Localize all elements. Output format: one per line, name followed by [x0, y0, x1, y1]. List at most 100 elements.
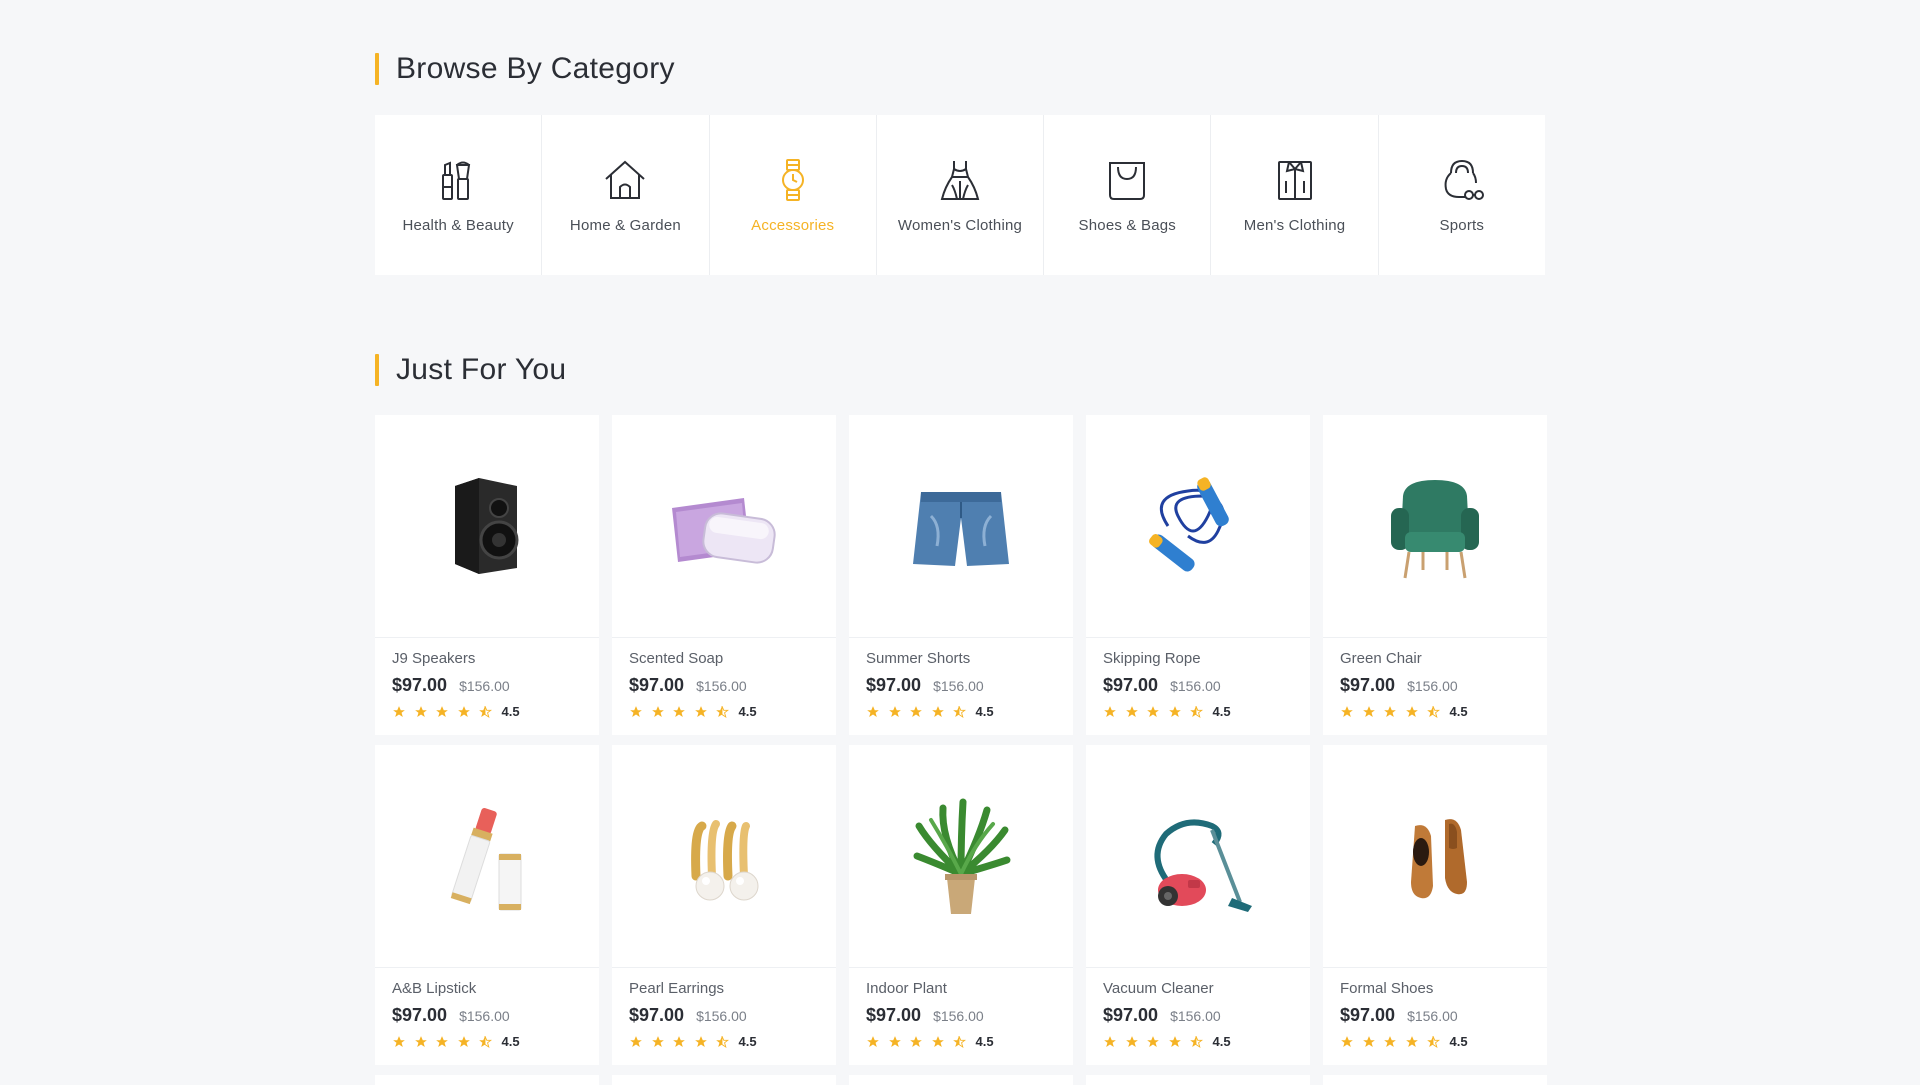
product-price: $97.00 — [1340, 1005, 1396, 1025]
product-image[interactable] — [612, 745, 836, 968]
category-home-garden[interactable]: Home & Garden — [542, 115, 710, 275]
star-icon — [630, 705, 642, 717]
dress-icon — [940, 161, 980, 200]
product-name[interactable]: Skipping Rope — [1103, 650, 1293, 670]
star-icon — [1147, 705, 1159, 717]
product-image[interactable] — [1086, 415, 1310, 638]
product-image[interactable] — [1323, 745, 1547, 968]
shopping-bag-icon — [1109, 162, 1146, 200]
product-rating: 4.5 — [1340, 704, 1530, 719]
category-accessories[interactable]: Accessories — [710, 115, 877, 275]
product-card[interactable]: Summer Shorts $97.00 $156.00 4.5 — [849, 415, 1073, 735]
product-name[interactable]: Formal Shoes — [1340, 980, 1530, 1000]
product-price: $97.00 — [866, 1005, 922, 1025]
product-image[interactable] — [1086, 745, 1310, 968]
product-name[interactable]: J9 Speakers — [392, 650, 582, 670]
category-health-beauty[interactable]: Health & Beauty — [375, 115, 543, 275]
product-price: $97.00 — [1103, 1005, 1159, 1025]
product-card-partial — [849, 1075, 1073, 1085]
just-for-you-heading: Just For You — [375, 352, 566, 388]
rating-value: 4.5 — [975, 704, 994, 719]
star-icon — [910, 705, 922, 717]
product-card-partial — [1323, 1075, 1547, 1085]
product-name[interactable]: Green Chair — [1340, 650, 1530, 670]
product-image[interactable] — [612, 415, 836, 638]
product-card-partial — [1086, 1075, 1310, 1085]
product-name[interactable]: Scented Soap — [629, 650, 819, 670]
star-icon — [1384, 705, 1396, 717]
product-price: $97.00 — [1340, 675, 1396, 695]
product-name[interactable]: Summer Shorts — [866, 650, 1056, 670]
product-price: $97.00 — [392, 1005, 448, 1025]
section-title: Just For You — [396, 353, 567, 386]
product-name[interactable]: Indoor Plant — [866, 980, 1056, 1000]
star-icon — [1168, 1035, 1181, 1047]
watch-icon — [781, 159, 804, 201]
rating-value: 4.5 — [738, 1034, 757, 1049]
star-icon — [457, 1035, 470, 1047]
rating-value: 4.5 — [1212, 1034, 1231, 1049]
product-card[interactable]: Pearl Earrings $97.00 $156.00 4.5 — [612, 745, 836, 1065]
star-icon — [1405, 705, 1418, 717]
product-card[interactable]: Green Chair $97.00 $156.00 4.5 — [1323, 415, 1547, 735]
product-name[interactable]: Vacuum Cleaner — [1103, 980, 1293, 1000]
product-image[interactable] — [1323, 415, 1547, 638]
star-icon — [1384, 1035, 1396, 1047]
product-old-price: $156.00 — [1407, 678, 1458, 694]
half-star-icon — [953, 705, 966, 718]
product-card[interactable]: Skipping Rope $97.00 $156.00 4.5 — [1086, 415, 1310, 735]
product-price: $97.00 — [629, 675, 685, 695]
product-rating: 4.5 — [392, 1034, 582, 1049]
rating-value: 4.5 — [738, 704, 757, 719]
product-old-price: $156.00 — [933, 678, 984, 694]
category-shoes-bags[interactable]: Shoes & Bags — [1044, 115, 1212, 275]
product-rating: 4.5 — [1103, 1034, 1293, 1049]
category-mens-clothing[interactable]: Men's Clothing — [1211, 115, 1379, 275]
product-card[interactable]: J9 Speakers $97.00 $156.00 4.5 — [375, 415, 599, 735]
product-rating: 4.5 — [866, 704, 1056, 719]
product-name[interactable]: A&B Lipstick — [392, 980, 582, 1000]
shirt-icon — [1277, 161, 1312, 200]
category-strip: Health & Beauty Home & Garden Accessorie… — [375, 115, 1545, 275]
star-icon — [1362, 1035, 1375, 1047]
star-icon — [1147, 1035, 1159, 1047]
product-image[interactable] — [849, 745, 1073, 968]
category-label: Sports — [1439, 217, 1485, 234]
vacuum-icon — [1154, 819, 1252, 912]
star-icon — [673, 705, 685, 717]
half-star-icon — [1190, 705, 1203, 718]
product-card[interactable]: Vacuum Cleaner $97.00 $156.00 4.5 — [1086, 745, 1310, 1065]
star-icon — [694, 1035, 707, 1047]
half-star-icon — [716, 705, 729, 718]
product-image[interactable] — [375, 745, 599, 968]
product-card[interactable]: Scented Soap $97.00 $156.00 4.5 — [612, 415, 836, 735]
earrings-icon — [691, 820, 759, 901]
product-rating: 4.5 — [866, 1034, 1056, 1049]
product-old-price: $156.00 — [696, 678, 747, 694]
star-icon — [673, 1035, 685, 1047]
product-name[interactable]: Pearl Earrings — [629, 980, 819, 1000]
product-price: $97.00 — [629, 1005, 685, 1025]
product-old-price: $156.00 — [459, 1008, 510, 1024]
star-icon — [393, 705, 405, 717]
star-icon — [1125, 705, 1138, 717]
category-label: Home & Garden — [569, 217, 681, 234]
shorts-icon — [913, 492, 1009, 566]
product-image[interactable] — [375, 415, 599, 638]
category-womens-clothing[interactable]: Women's Clothing — [877, 115, 1045, 275]
product-card[interactable]: A&B Lipstick $97.00 $156.00 4.5 — [375, 745, 599, 1065]
product-image[interactable] — [849, 415, 1073, 638]
star-icon — [910, 1035, 922, 1047]
category-sports[interactable]: Sports — [1379, 115, 1545, 275]
star-icon — [414, 705, 427, 717]
star-icon — [457, 705, 470, 717]
heading-accent-bar — [375, 354, 379, 386]
star-icon — [1405, 1035, 1418, 1047]
half-star-icon — [716, 1035, 729, 1048]
product-old-price: $156.00 — [1407, 1008, 1458, 1024]
product-card[interactable]: Indoor Plant $97.00 $156.00 4.5 — [849, 745, 1073, 1065]
product-price: $97.00 — [1103, 675, 1159, 695]
product-card[interactable]: Formal Shoes $97.00 $156.00 4.5 — [1323, 745, 1547, 1065]
star-icon — [1104, 1035, 1116, 1047]
lipstick-icon — [450, 808, 522, 911]
